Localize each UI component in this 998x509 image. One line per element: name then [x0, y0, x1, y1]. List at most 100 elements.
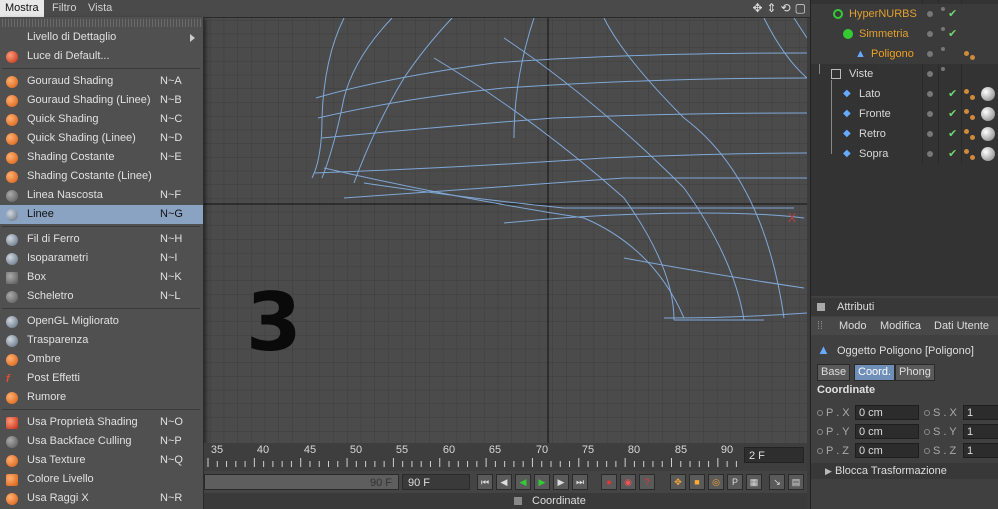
blocca-trasformazione-group[interactable]: ▶ Blocca Trasformazione [811, 463, 998, 479]
timeline-window-icon[interactable]: ▤ [788, 474, 804, 490]
render-visibility-dot[interactable] [941, 67, 945, 71]
curve-tool-icon[interactable]: ↘ [769, 474, 785, 490]
menu-item-fil-di-ferro[interactable]: Fil di Ferro N~H [0, 230, 203, 249]
menu-item-usa-proprieta-shading[interactable]: Usa Proprietà Shading N~O [0, 413, 203, 432]
scale-key-icon[interactable]: ■ [689, 474, 705, 490]
material-tag-icon[interactable] [970, 95, 975, 100]
editor-visibility-dot[interactable] [927, 51, 933, 57]
material-tag-icon[interactable] [964, 149, 969, 154]
autokey-icon[interactable]: ◉ [620, 474, 636, 490]
texture-tag-icon[interactable] [981, 147, 995, 161]
viewport[interactable]: X 3 [204, 18, 807, 443]
menu-item-quick-shading-linee[interactable]: Quick Shading (Linee) N~D [0, 129, 203, 148]
s-z-input[interactable]: 1 [963, 443, 998, 458]
timeline-ruler[interactable]: 35 40 45 50 55 60 65 70 75 80 85 90 [204, 443, 744, 471]
animate-dot[interactable] [924, 448, 930, 454]
phong-tag-icon[interactable] [970, 55, 975, 60]
p-x-input[interactable]: 0 cm [855, 405, 919, 420]
rotate-view-icon[interactable]: ⟲ [781, 1, 791, 15]
menu-item-shading-costante-linee[interactable]: Shading Costante (Linee) [0, 167, 203, 186]
object-row-poligono[interactable]: ▲ Poligono [811, 44, 998, 64]
editor-visibility-dot[interactable] [927, 71, 933, 77]
help-icon[interactable]: ? [639, 474, 655, 490]
coordinates-panel-tab[interactable]: Coordinate [204, 493, 807, 509]
animate-dot[interactable] [817, 448, 823, 454]
s-x-input[interactable]: 1 [963, 405, 998, 420]
menu-item-post-effetti[interactable]: f Post Effetti [0, 369, 203, 388]
menu-item-colore-livello[interactable]: Colore Livello [0, 470, 203, 489]
tab-coord[interactable]: Coord. [854, 364, 896, 381]
material-tag-icon[interactable] [970, 155, 975, 160]
object-row-simmetria[interactable]: Simmetria ✔ [811, 24, 998, 44]
object-row-lato[interactable]: ◆ Lato ✔ [811, 84, 998, 104]
play-forward-icon[interactable]: ▶ [534, 474, 550, 490]
menu-item-ombre[interactable]: Ombre [0, 350, 203, 369]
material-tag-icon[interactable] [970, 115, 975, 120]
go-to-end-icon[interactable]: ⏭ [572, 474, 588, 490]
animate-dot[interactable] [924, 410, 930, 416]
param-key-icon[interactable]: P [727, 474, 743, 490]
rotate-key-icon[interactable]: ◎ [708, 474, 724, 490]
move-key-icon[interactable]: ✥ [670, 474, 686, 490]
material-tag-icon[interactable] [964, 129, 969, 134]
menu-item-isoparametri[interactable]: Isoparametri N~I [0, 249, 203, 268]
animate-dot[interactable] [817, 429, 823, 435]
pla-key-icon[interactable]: ▦ [746, 474, 762, 490]
menu-item-luce-default[interactable]: Luce di Default... [0, 47, 203, 66]
menu-item-gouraud-shading[interactable]: Gouraud Shading N~A [0, 72, 203, 91]
texture-tag-icon[interactable] [981, 87, 995, 101]
enabled-check-icon[interactable]: ✔ [948, 104, 957, 124]
tab-base[interactable]: Base [817, 364, 851, 381]
tab-phong[interactable]: Phong [895, 364, 935, 381]
menu-filtro[interactable]: Filtro [52, 2, 76, 14]
phong-tag-icon[interactable] [964, 51, 969, 56]
material-tag-icon[interactable] [964, 89, 969, 94]
editor-visibility-dot[interactable] [927, 151, 933, 157]
menu-item-usa-texture[interactable]: Usa Texture N~Q [0, 451, 203, 470]
material-tag-icon[interactable] [970, 135, 975, 140]
menu-item-quick-shading[interactable]: Quick Shading N~C [0, 110, 203, 129]
render-visibility-dot[interactable] [941, 47, 945, 51]
menu-item-box[interactable]: Box N~K [0, 268, 203, 287]
menu-item-linea-nascosta[interactable]: Linea Nascosta N~F [0, 186, 203, 205]
editor-visibility-dot[interactable] [927, 31, 933, 37]
dolly-view-icon[interactable]: ⇕ [767, 1, 777, 15]
enabled-check-icon[interactable]: ✔ [948, 124, 957, 144]
animate-dot[interactable] [924, 429, 930, 435]
menu-dati-utente[interactable]: Dati Utente [934, 317, 989, 335]
editor-visibility-dot[interactable] [927, 131, 933, 137]
texture-tag-icon[interactable] [981, 127, 995, 141]
menu-item-shading-costante[interactable]: Shading Costante N~E [0, 148, 203, 167]
s-y-input[interactable]: 1 [963, 424, 998, 439]
material-tag-icon[interactable] [964, 109, 969, 114]
menu-item-livello-dettaglio[interactable]: Livello di Dettaglio [0, 28, 203, 47]
next-key-icon[interactable]: ▶ [553, 474, 569, 490]
menu-item-usa-backface-culling[interactable]: Usa Backface Culling N~P [0, 432, 203, 451]
object-row-hypernurbs[interactable]: HyperNURBS ✔ [811, 4, 998, 24]
editor-visibility-dot[interactable] [927, 11, 933, 17]
object-row-retro[interactable]: ◆ Retro ✔ [811, 124, 998, 144]
enabled-check-icon[interactable]: ✔ [948, 4, 957, 24]
menu-item-usa-raggi-x[interactable]: Usa Raggi X N~R [0, 489, 203, 508]
maximize-view-icon[interactable]: ▢ [795, 1, 806, 15]
texture-tag-icon[interactable] [981, 107, 995, 121]
min-frame-slider[interactable]: 90 F [204, 474, 399, 490]
previous-key-icon[interactable]: ◀ [496, 474, 512, 490]
move-view-icon[interactable]: ✥ [752, 1, 762, 15]
play-backward-icon[interactable]: ◀ [515, 474, 531, 490]
record-keys-icon[interactable]: ● [601, 474, 617, 490]
max-frame-field[interactable]: 90 F [402, 474, 470, 490]
editor-visibility-dot[interactable] [927, 111, 933, 117]
menu-modo[interactable]: Modo [839, 317, 867, 335]
object-row-viste[interactable]: Viste [811, 64, 998, 84]
p-y-input[interactable]: 0 cm [855, 424, 919, 439]
timeline[interactable]: 35 40 45 50 55 60 65 70 75 80 85 90 2 F [204, 443, 807, 471]
object-row-sopra[interactable]: ◆ Sopra ✔ [811, 144, 998, 164]
menu-mostra[interactable]: Mostra [0, 0, 44, 17]
menu-item-rumore[interactable]: Rumore [0, 388, 203, 407]
menu-item-opengl-migliorato[interactable]: OpenGL Migliorato [0, 312, 203, 331]
menu-grip[interactable] [2, 19, 201, 27]
menu-item-trasparenza[interactable]: Trasparenza [0, 331, 203, 350]
go-to-start-icon[interactable]: ⏮ [477, 474, 493, 490]
render-visibility-dot[interactable] [941, 7, 945, 11]
